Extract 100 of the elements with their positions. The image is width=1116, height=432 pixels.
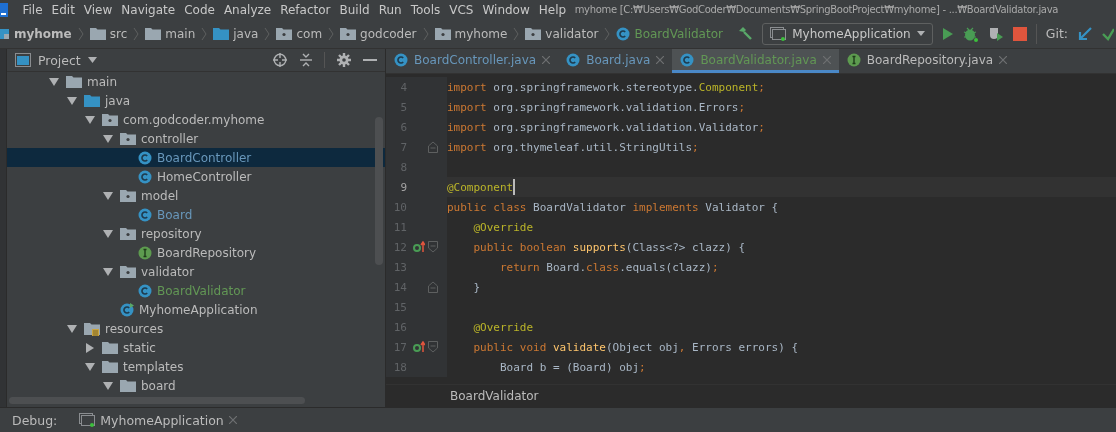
- tree-item[interactable]: resources: [7, 319, 385, 338]
- editor-breadcrumb[interactable]: BoardValidator: [450, 389, 539, 403]
- fold-icon[interactable]: [428, 241, 438, 253]
- tree-item[interactable]: templates: [7, 357, 385, 376]
- breadcrumb-item[interactable]: com: [296, 26, 323, 41]
- fold-icon[interactable]: [428, 341, 438, 353]
- chevron-icon: [133, 26, 140, 41]
- tree-item[interactable]: controller: [7, 129, 385, 148]
- menu-item[interactable]: Build: [335, 2, 375, 17]
- expanded-arrow-icon[interactable]: [67, 324, 77, 333]
- run-icon[interactable]: [941, 26, 954, 41]
- close-icon[interactable]: [228, 416, 237, 424]
- editor-tab[interactable]: BoardController.java: [386, 49, 559, 73]
- expanded-arrow-icon[interactable]: [103, 381, 113, 390]
- folder-icon: [102, 360, 118, 373]
- editor-tab[interactable]: Board.java: [558, 49, 673, 73]
- tree-item[interactable]: BoardValidator: [7, 281, 385, 300]
- interface-icon: [138, 245, 152, 260]
- tree-item[interactable]: main: [7, 72, 385, 91]
- fold-icon[interactable]: [428, 281, 438, 293]
- tree-item[interactable]: BoardController: [7, 148, 385, 167]
- collapse-all-icon[interactable]: [299, 53, 313, 67]
- menu-item[interactable]: View: [79, 2, 117, 17]
- breadcrumb-item[interactable]: main: [165, 26, 196, 41]
- code-line: public boolean supports(Class<?> clazz) {: [472, 240, 746, 254]
- tree-item[interactable]: repository: [7, 224, 385, 243]
- expanded-arrow-icon[interactable]: [85, 115, 95, 124]
- caret-icon[interactable]: [87, 57, 97, 63]
- panel-title[interactable]: Project: [38, 52, 81, 68]
- update-arrow-icon[interactable]: [1077, 25, 1093, 42]
- expanded-arrow-icon[interactable]: [85, 362, 95, 371]
- menu-item[interactable]: Window: [477, 2, 535, 17]
- menu-item[interactable]: Tools: [406, 2, 445, 17]
- override-icon[interactable]: [413, 341, 425, 353]
- code-line: Board b = (Board) obj;: [498, 360, 646, 374]
- tree-item[interactable]: com.godcoder.myhome: [7, 110, 385, 129]
- menu-item[interactable]: Edit: [47, 2, 80, 17]
- class-icon: [138, 207, 152, 222]
- breadcrumb-item[interactable]: myhome: [454, 26, 508, 41]
- breadcrumb-item[interactable]: godcoder: [360, 26, 417, 41]
- expanded-arrow-icon[interactable]: [103, 229, 113, 238]
- tree-item[interactable]: static: [7, 338, 385, 357]
- close-icon[interactable]: [542, 55, 551, 64]
- menu-item[interactable]: Code: [179, 2, 220, 17]
- vcs-label: Git:: [1045, 26, 1068, 41]
- tree-item[interactable]: HomeController: [7, 167, 385, 186]
- debug-tab[interactable]: MyhomeApplication: [71, 409, 245, 431]
- tree-item[interactable]: model: [7, 186, 385, 205]
- menu-item[interactable]: Run: [374, 2, 407, 17]
- expanded-arrow-icon[interactable]: [49, 77, 59, 86]
- chevron-icon: [77, 26, 84, 41]
- run-configuration-dropdown[interactable]: MyhomeApplication: [762, 22, 933, 45]
- resources-folder-icon: [84, 321, 100, 336]
- breadcrumb-item[interactable]: src: [109, 26, 128, 41]
- code-line: }: [472, 280, 481, 294]
- expanded-arrow-icon[interactable]: [103, 267, 113, 276]
- tree-item[interactable]: validator: [7, 262, 385, 281]
- window-title: myhome [C:₩Users₩GodCoder₩Documents₩SpringBootProject₩myhome] - ...₩BoardValidator.java: [574, 4, 1059, 15]
- breadcrumb-item[interactable]: java: [233, 26, 259, 41]
- check-icon[interactable]: [1102, 26, 1114, 41]
- scrollbar[interactable]: [375, 117, 383, 265]
- code-line: import org.thymeleaf.util.StringUtils;: [447, 140, 699, 154]
- hide-icon[interactable]: [363, 58, 377, 62]
- tree-item[interactable]: board: [7, 376, 385, 395]
- folder-icon: [213, 27, 230, 40]
- breadcrumb-item[interactable]: BoardValidator: [634, 26, 723, 41]
- line-number: 9: [399, 180, 407, 194]
- tree-item[interactable]: Board: [7, 205, 385, 224]
- stop-icon[interactable]: [1012, 26, 1027, 41]
- close-icon[interactable]: [999, 55, 1008, 64]
- tree-item[interactable]: java: [7, 91, 385, 110]
- coverage-icon[interactable]: [987, 25, 1004, 42]
- settings-icon[interactable]: [337, 53, 351, 67]
- menu-item[interactable]: Refactor: [275, 2, 336, 17]
- module-icon: [0, 27, 10, 40]
- expanded-arrow-icon[interactable]: [103, 191, 113, 200]
- code-line: public void validate(Object obj, Errors errors) {: [472, 340, 799, 354]
- breadcrumb-item[interactable]: myhome: [14, 26, 72, 41]
- expanded-arrow-icon[interactable]: [67, 96, 77, 105]
- package-folder-icon: [120, 132, 136, 145]
- bug-icon[interactable]: [962, 25, 979, 42]
- editor-tab[interactable]: BoardRepository.java: [838, 49, 1016, 73]
- expanded-arrow-icon[interactable]: [103, 134, 113, 143]
- menu-item[interactable]: Help: [534, 2, 571, 17]
- application-icon: [770, 26, 787, 41]
- menu-item[interactable]: VCS: [444, 2, 478, 17]
- locate-icon[interactable]: [273, 53, 287, 67]
- fold-icon[interactable]: [428, 141, 438, 153]
- tree-item[interactable]: BoardRepository: [7, 243, 385, 262]
- override-icon[interactable]: [413, 241, 425, 253]
- tree-item[interactable]: MyhomeApplication: [7, 300, 385, 319]
- menu-item[interactable]: Navigate: [116, 2, 180, 17]
- menu-item[interactable]: Analyze: [219, 2, 276, 17]
- package-folder-icon: [120, 189, 136, 202]
- menu-item[interactable]: File: [18, 2, 48, 17]
- close-icon[interactable]: [656, 55, 665, 64]
- breadcrumb-item[interactable]: validator: [545, 26, 599, 41]
- code-line: @Component: [447, 180, 514, 194]
- collapsed-arrow-icon[interactable]: [86, 342, 94, 353]
- hammer-icon[interactable]: [737, 25, 754, 42]
